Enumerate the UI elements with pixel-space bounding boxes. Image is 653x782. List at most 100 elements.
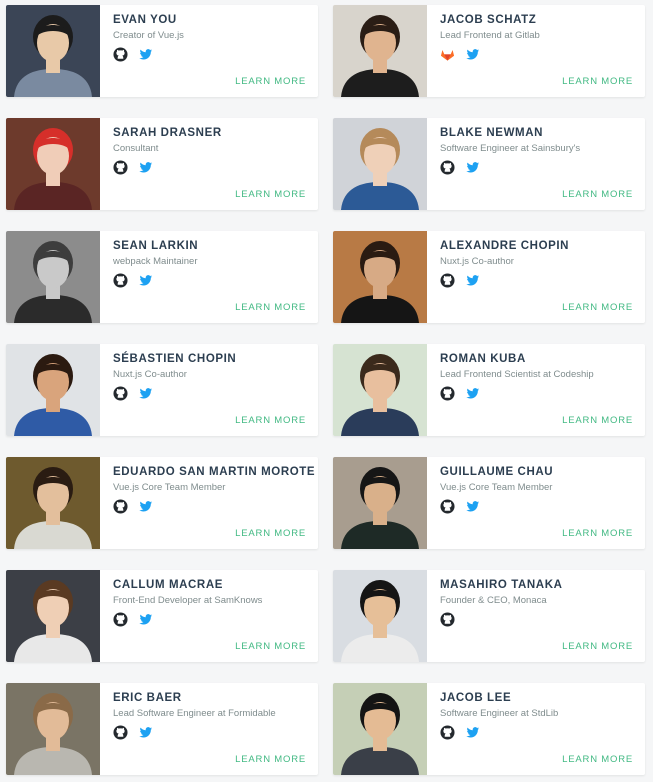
member-card: EVAN YOU Creator of Vue.js LEARN MORE	[6, 5, 318, 97]
learn-more-link[interactable]: LEARN MORE	[562, 189, 633, 200]
twitter-icon[interactable]	[138, 725, 153, 740]
social-links	[113, 160, 153, 175]
twitter-icon[interactable]	[138, 273, 153, 288]
github-icon[interactable]	[440, 386, 455, 401]
member-card: SÉBASTIEN CHOPIN Nuxt.js Co-author LEARN M…	[6, 344, 318, 436]
twitter-icon[interactable]	[138, 386, 153, 401]
member-role: Vue.js Core Team Member	[113, 482, 226, 493]
learn-more-link[interactable]: LEARN MORE	[235, 528, 306, 539]
member-role: Consultant	[113, 143, 159, 154]
member-name: EVAN YOU	[113, 14, 177, 26]
github-icon[interactable]	[440, 612, 455, 627]
github-icon[interactable]	[440, 499, 455, 514]
member-photo	[333, 457, 427, 549]
member-photo	[6, 457, 100, 549]
learn-more-link[interactable]: LEARN MORE	[235, 415, 306, 426]
github-icon[interactable]	[113, 273, 128, 288]
member-name: MASAHIRO TANAKA	[440, 579, 563, 591]
social-links	[440, 725, 480, 740]
member-role: Software Engineer at Sainsbury's	[440, 143, 581, 154]
twitter-icon[interactable]	[465, 725, 480, 740]
member-role: webpack Maintainer	[113, 256, 198, 267]
member-role: Lead Frontend at Gitlab	[440, 30, 540, 41]
learn-more-link[interactable]: LEARN MORE	[562, 528, 633, 539]
github-icon[interactable]	[440, 160, 455, 175]
learn-more-link[interactable]: LEARN MORE	[562, 415, 633, 426]
member-photo	[333, 231, 427, 323]
gitlab-icon[interactable]	[440, 47, 455, 62]
member-photo	[6, 231, 100, 323]
social-links	[440, 612, 455, 627]
member-photo	[6, 570, 100, 662]
learn-more-link[interactable]: LEARN MORE	[235, 76, 306, 87]
member-photo	[333, 344, 427, 436]
member-photo	[333, 570, 427, 662]
member-name: ROMAN KUBA	[440, 353, 526, 365]
twitter-icon[interactable]	[138, 612, 153, 627]
learn-more-link[interactable]: LEARN MORE	[235, 189, 306, 200]
github-icon[interactable]	[113, 499, 128, 514]
member-role: Lead Frontend Scientist at Codeship	[440, 369, 594, 380]
twitter-icon[interactable]	[465, 160, 480, 175]
social-links	[113, 273, 153, 288]
learn-more-link[interactable]: LEARN MORE	[562, 76, 633, 87]
member-name: EDUARDO SAN MARTIN MOROTE	[113, 466, 316, 478]
member-role: Front-End Developer at SamKnows	[113, 595, 263, 606]
member-photo	[6, 118, 100, 210]
github-icon[interactable]	[113, 612, 128, 627]
member-card: MASAHIRO TANAKA Founder & CEO, Monaca LEAR…	[333, 570, 645, 662]
member-card: CALLUM MACRAE Front-End Developer at SamK…	[6, 570, 318, 662]
social-links	[113, 386, 153, 401]
twitter-icon[interactable]	[465, 386, 480, 401]
twitter-icon[interactable]	[465, 499, 480, 514]
member-name: SEAN LARKIN	[113, 240, 199, 252]
member-name: JACOB LEE	[440, 692, 512, 704]
twitter-icon[interactable]	[465, 47, 480, 62]
learn-more-link[interactable]: LEARN MORE	[235, 302, 306, 313]
member-role: Nuxt.js Co-author	[113, 369, 187, 380]
github-icon[interactable]	[440, 273, 455, 288]
twitter-icon[interactable]	[465, 273, 480, 288]
member-name: SÉBASTIEN CHOPIN	[113, 353, 237, 365]
member-name: SARAH DRASNER	[113, 127, 222, 139]
twitter-icon[interactable]	[138, 160, 153, 175]
github-icon[interactable]	[440, 725, 455, 740]
member-card: ALEXANDRE CHOPIN Nuxt.js Co-author LEARN M…	[333, 231, 645, 323]
social-links	[440, 47, 480, 62]
member-card: JACOB LEE Software Engineer at StdLib LEAR…	[333, 683, 645, 775]
member-name: ALEXANDRE CHOPIN	[440, 240, 570, 252]
member-card: ERIC BAER Lead Software Engineer at Formi…	[6, 683, 318, 775]
member-photo	[333, 118, 427, 210]
social-links	[113, 725, 153, 740]
github-icon[interactable]	[113, 160, 128, 175]
member-card: GUILLAUME CHAU Vue.js Core Team Member LEA…	[333, 457, 645, 549]
social-links	[440, 273, 480, 288]
member-card: BLAKE NEWMAN Software Engineer at Sainsbu…	[333, 118, 645, 210]
member-card: SEAN LARKIN webpack Maintainer LEARN MORE	[6, 231, 318, 323]
member-name: BLAKE NEWMAN	[440, 127, 544, 139]
member-card: JACOB SCHATZ Lead Frontend at Gitlab LEARN…	[333, 5, 645, 97]
member-role: Lead Software Engineer at Formidable	[113, 708, 276, 719]
member-card: EDUARDO SAN MARTIN MOROTE Vue.js Core Tea…	[6, 457, 318, 549]
member-name: GUILLAUME CHAU	[440, 466, 554, 478]
learn-more-link[interactable]: LEARN MORE	[562, 302, 633, 313]
member-photo	[333, 5, 427, 97]
social-links	[113, 47, 153, 62]
learn-more-link[interactable]: LEARN MORE	[562, 641, 633, 652]
learn-more-link[interactable]: LEARN MORE	[562, 754, 633, 765]
learn-more-link[interactable]: LEARN MORE	[235, 641, 306, 652]
social-links	[440, 386, 480, 401]
member-name: CALLUM MACRAE	[113, 579, 224, 591]
github-icon[interactable]	[113, 47, 128, 62]
social-links	[113, 499, 153, 514]
member-photo	[6, 683, 100, 775]
github-icon[interactable]	[113, 386, 128, 401]
learn-more-link[interactable]: LEARN MORE	[235, 754, 306, 765]
github-icon[interactable]	[113, 725, 128, 740]
member-photo	[333, 683, 427, 775]
twitter-icon[interactable]	[138, 47, 153, 62]
member-name: ERIC BAER	[113, 692, 182, 704]
twitter-icon[interactable]	[138, 499, 153, 514]
member-role: Founder & CEO, Monaca	[440, 595, 547, 606]
member-card: SARAH DRASNER Consultant LEARN MORE	[6, 118, 318, 210]
